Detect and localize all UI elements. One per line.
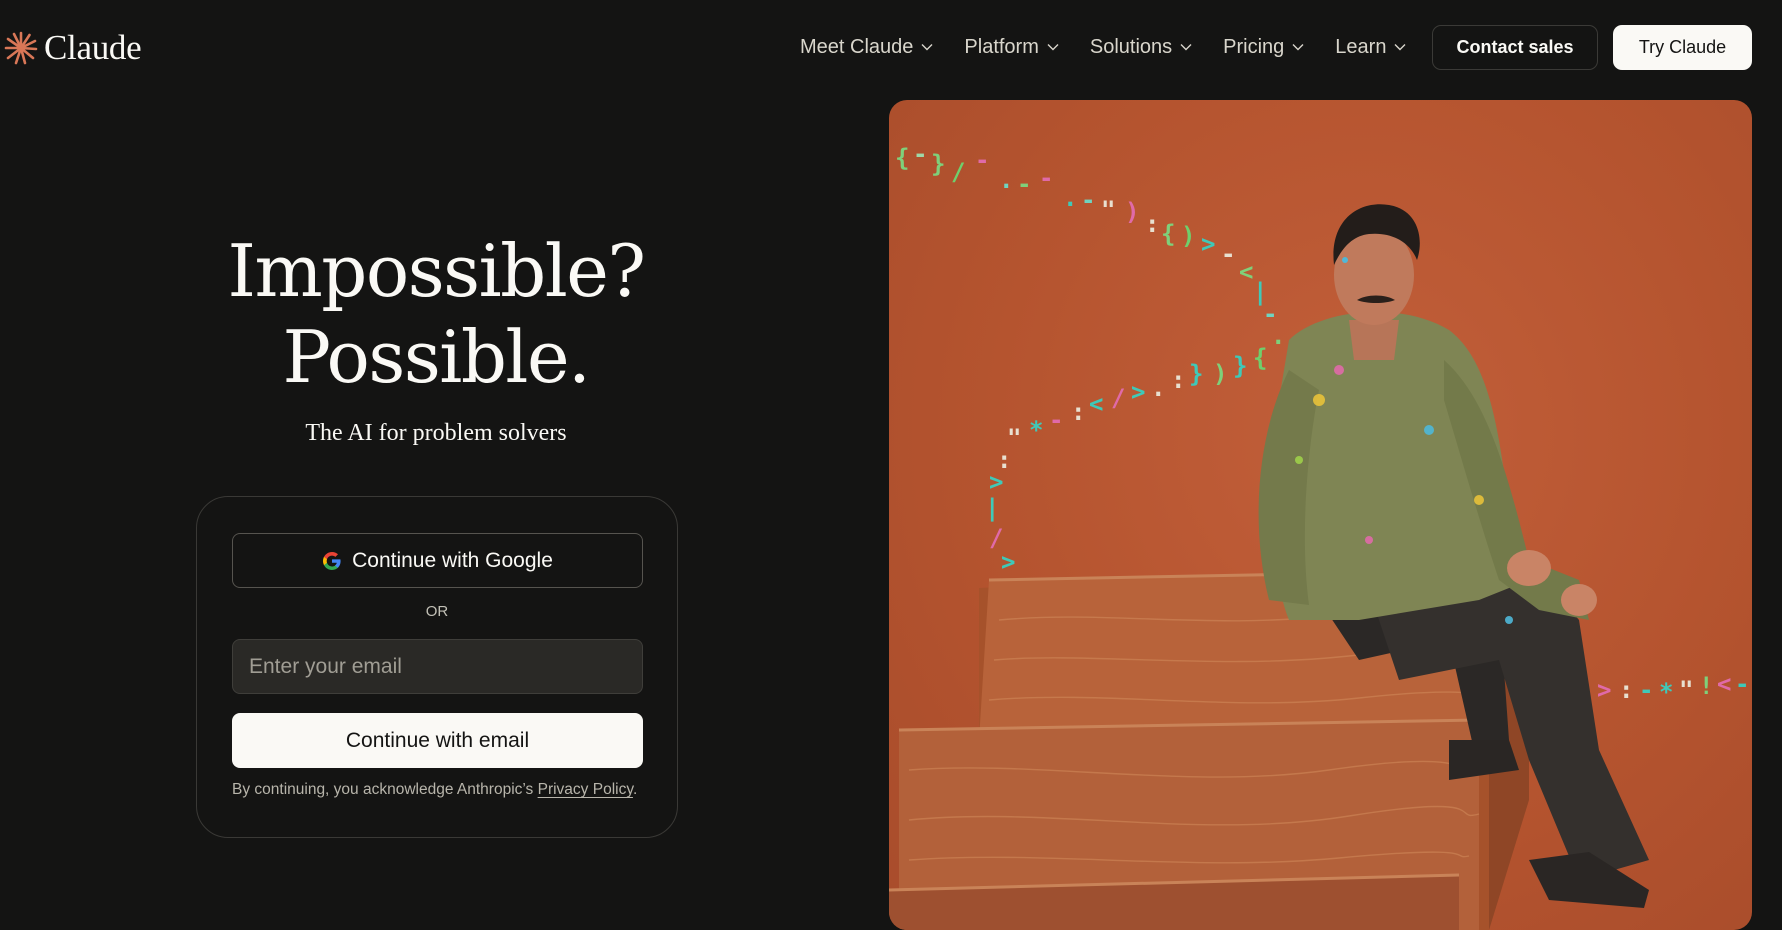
svg-text:>: > [1201, 230, 1215, 258]
svg-text:>: > [989, 468, 1003, 496]
svg-text::: : [1145, 210, 1159, 238]
svg-text:": " [1101, 196, 1115, 224]
privacy-policy-link[interactable]: Privacy Policy [538, 781, 633, 798]
nav-item-platform[interactable]: Platform [964, 35, 1059, 59]
svg-text:{: { [1253, 344, 1267, 372]
nav-item-learn[interactable]: Learn [1335, 36, 1406, 59]
svg-text:-: - [975, 146, 989, 174]
nav-item-label: Platform [964, 35, 1039, 58]
svg-text:<: < [1239, 258, 1253, 286]
svg-text:>: > [1597, 676, 1611, 704]
svg-text:*: * [1029, 416, 1043, 444]
svg-text:-: - [1081, 186, 1095, 214]
hero-image: { - } / - . - - . - " ) : { ) > - < | - … [889, 100, 1752, 930]
svg-text:.: . [999, 166, 1013, 194]
svg-text:<: < [1717, 670, 1731, 698]
contact-sales-button[interactable]: Contact sales [1432, 25, 1598, 70]
svg-text:.: . [1271, 322, 1285, 350]
legal-prefix: By continuing, you acknowledge Anthropic… [232, 781, 534, 798]
hero-title-line2: Possible. [282, 315, 591, 399]
svg-text:>: > [1131, 378, 1145, 406]
continue-with-google-button[interactable]: Continue with Google [232, 533, 643, 588]
chevron-down-icon [1292, 44, 1304, 51]
svg-text:}: } [931, 150, 945, 178]
svg-text::: : [1619, 676, 1633, 704]
svg-text:-: - [1039, 164, 1053, 192]
svg-text:-: - [1017, 170, 1031, 198]
email-field[interactable] [232, 639, 643, 694]
google-button-label: Continue with Google [352, 548, 553, 572]
svg-text:-: - [913, 140, 927, 168]
signup-card: Continue with Google OR Continue with em… [196, 496, 678, 838]
chevron-down-icon [1047, 44, 1059, 51]
svg-text:>: > [1001, 548, 1015, 576]
or-divider: OR [425, 603, 449, 620]
svg-text:.: . [1151, 374, 1165, 402]
svg-text:}: } [1189, 360, 1203, 388]
brand-name: Claude [44, 28, 142, 67]
hero-title-line1: Impossible? [227, 229, 646, 313]
site-header: Claude Meet Claude Platform Solutions Pr… [0, 0, 1782, 96]
svg-text:): ) [1125, 198, 1139, 226]
svg-text:<: < [1089, 390, 1103, 418]
nav-item-label: Pricing [1223, 35, 1285, 58]
try-claude-button[interactable]: Try Claude [1613, 25, 1752, 70]
svg-text:-: - [1639, 676, 1653, 704]
nav-item-pricing[interactable]: Pricing [1223, 36, 1304, 59]
svg-text:!: ! [1699, 672, 1713, 700]
svg-text:/: / [1111, 384, 1125, 412]
svg-text:): ) [1181, 222, 1195, 250]
nav-item-meet-claude[interactable]: Meet Claude [800, 36, 933, 59]
svg-text:-: - [1735, 670, 1749, 698]
svg-text:-: - [1221, 240, 1235, 268]
logo[interactable]: Claude [4, 26, 142, 70]
svg-text::: : [1171, 366, 1185, 394]
hero-subtitle: The AI for problem solvers [305, 420, 567, 446]
svg-text:.: . [1063, 184, 1077, 212]
svg-text:}: } [1233, 352, 1247, 380]
claude-starburst-icon [4, 31, 38, 65]
hero-illustration: { - } / - . - - . - " ) : { ) > - < | - … [889, 140, 1749, 930]
main-nav: Meet Claude Platform Solutions Pricing L… [800, 24, 1437, 70]
legal-notice: By continuing, you acknowledge Anthropic… [232, 781, 652, 799]
svg-text:/: / [951, 158, 965, 186]
svg-text:{: { [1161, 220, 1175, 248]
svg-text:): ) [1213, 360, 1227, 388]
chevron-down-icon [1394, 44, 1406, 51]
svg-text:": " [1679, 676, 1693, 704]
continue-with-email-button[interactable]: Continue with email [232, 713, 643, 768]
google-g-icon [323, 551, 341, 570]
svg-text:|: | [985, 494, 999, 522]
chevron-down-icon [1180, 44, 1192, 51]
svg-text:-: - [1049, 406, 1063, 434]
nav-item-label: Meet Claude [800, 35, 914, 58]
nav-item-solutions[interactable]: Solutions [1090, 36, 1192, 59]
nav-item-label: Solutions [1089, 35, 1173, 58]
svg-text:{: { [895, 144, 909, 172]
svg-text::: : [1071, 398, 1085, 426]
nav-item-label: Learn [1335, 35, 1387, 58]
hero-title: Impossible? Possible. [186, 228, 686, 400]
svg-text:*: * [1659, 678, 1673, 706]
legal-suffix: . [632, 781, 638, 798]
chevron-down-icon [921, 44, 933, 51]
